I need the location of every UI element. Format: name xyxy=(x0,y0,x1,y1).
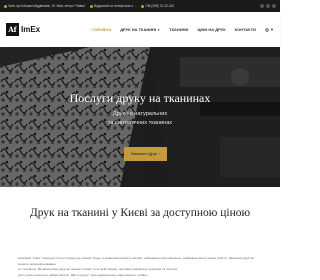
order-print-button-label: Замовити Друк xyxy=(130,152,158,156)
chevron-down-icon: ▼ xyxy=(270,27,274,32)
chevron-down-icon: ▼ xyxy=(157,27,161,32)
hero-banner: Послуги друку на тканинах Друк на натура… xyxy=(0,47,280,187)
address-info: Київ, вул.Машинобудівників, 10. Київ, ме… xyxy=(4,4,86,8)
instagram-icon[interactable] xyxy=(266,4,270,8)
order-print-button[interactable]: Замовити Друк › xyxy=(124,147,167,161)
phone-icon xyxy=(140,4,144,8)
hero-subtitle-line-1: Друк на натуральних xyxy=(112,111,168,117)
phone-text[interactable]: +38 (098) 70-22-422 xyxy=(145,4,174,8)
nav-item-fabric-printing[interactable]: ДРУК НА ТКАНИНІ ▼ xyxy=(120,27,160,32)
clock-icon xyxy=(89,4,93,8)
social-links xyxy=(260,4,276,8)
location-icon xyxy=(4,4,7,8)
hero-title: Послуги друку на тканинах xyxy=(69,91,211,105)
nav-item-prices[interactable]: ЦІНИ НА ДРУК xyxy=(197,27,225,32)
phone-info[interactable]: +38 (098) 70-22-422 xyxy=(140,4,174,8)
nav-item-home[interactable]: ГОЛОВНА xyxy=(91,27,111,32)
language-switcher[interactable]: ▼ xyxy=(265,27,274,32)
site-logo[interactable]: Af ImEx xyxy=(6,23,40,36)
top-info-bar: Київ, вул.Машинобудівників, 10. Київ, ме… xyxy=(0,0,280,12)
hours-info: Відкритий за телефоном з ... xyxy=(89,4,137,8)
hero-subtitle: Друк на натуральних та синтетичних ткани… xyxy=(0,110,280,127)
nav-item-fabric-printing-label: ДРУК НА ТКАНИНІ xyxy=(120,27,157,32)
arrow-right-icon: › xyxy=(159,152,161,156)
logo-text: ImEx xyxy=(21,25,41,34)
hero-subtitle-line-2: та синтетичних тканинах xyxy=(107,119,173,126)
logo-mark: Af xyxy=(6,23,19,36)
facebook-icon[interactable] xyxy=(260,4,264,8)
globe-icon xyxy=(265,27,269,32)
hours-text: Відкритий за телефоном з ... xyxy=(94,4,137,8)
nav-item-fabrics[interactable]: ТКАНИНИ xyxy=(169,27,188,32)
main-navbar: Af ImEx ГОЛОВНА ДРУК НА ТКАНИНІ ▼ ТКАНИН… xyxy=(0,12,280,47)
section-text-line-1: Компанія "ImEx" пропонує послуги друку н… xyxy=(18,256,255,266)
section-description: Компанія "ImEx" пропонує послуги друку н… xyxy=(18,256,262,278)
section-text-line-3: доступною ціною без зайвих витрат. Якіст… xyxy=(18,272,149,277)
telegram-icon[interactable] xyxy=(272,4,276,8)
address-text: Київ, вул.Машинобудівників, 10. Київ, ме… xyxy=(8,4,86,8)
nav-item-contacts[interactable]: КОНТАКТИ xyxy=(235,27,256,32)
section-title: Друк на тканині у Києві за доступною цін… xyxy=(29,207,251,219)
main-menu: ГОЛОВНА ДРУК НА ТКАНИНІ ▼ ТКАНИНИ ЦІНИ Н… xyxy=(91,27,274,32)
